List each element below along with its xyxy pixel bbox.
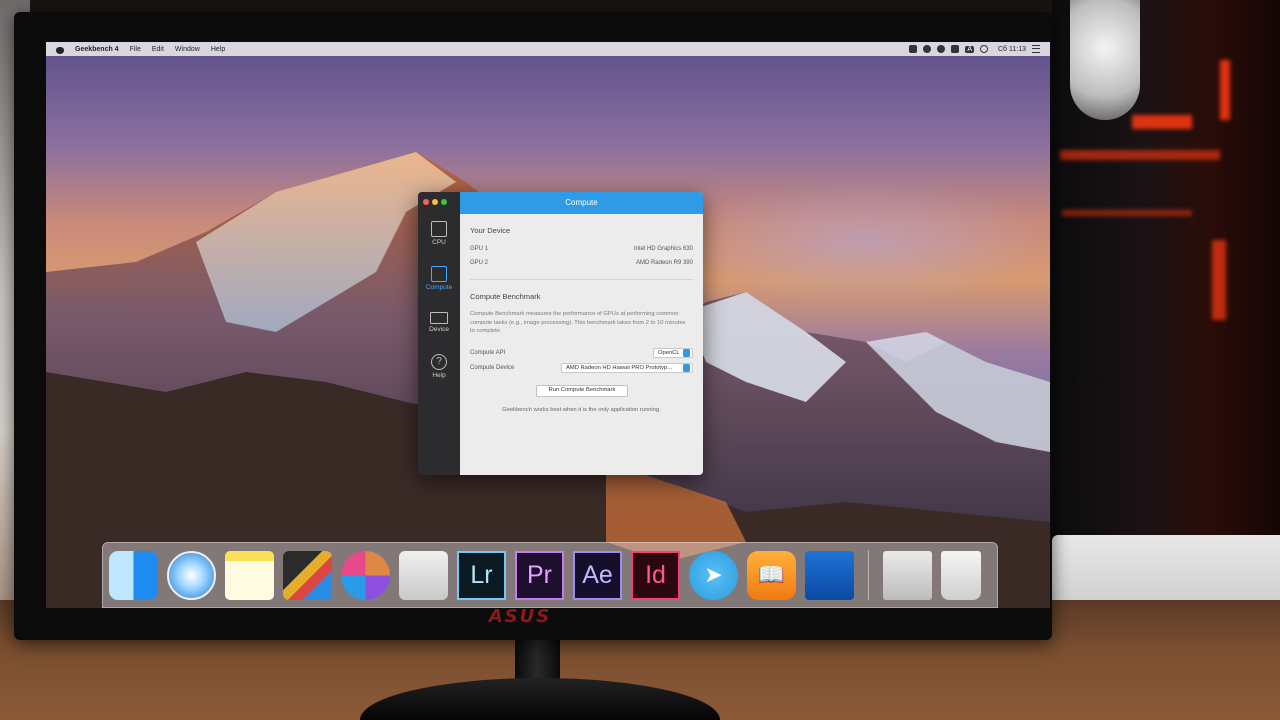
- gpu2-value: AMD Radeon R9 390: [635, 260, 693, 266]
- downloads-stack-icon[interactable]: [883, 550, 932, 600]
- monitor-brand-logo: ASUS: [488, 606, 552, 627]
- menu-bar: Geekbench 4 File Edit Window Help A Сб 1…: [46, 42, 1050, 56]
- your-device-heading: Your Device: [470, 226, 511, 235]
- final-cut-pro-icon[interactable]: [283, 550, 332, 600]
- menu-edit[interactable]: Edit: [152, 46, 164, 53]
- footnote: Geekbench works best when it is the only…: [502, 407, 661, 413]
- divider: [470, 279, 693, 280]
- menu-window[interactable]: Window: [175, 46, 200, 53]
- gpu1-row: GPU 1 Intel HD Graphics 630: [470, 246, 693, 252]
- compressor-icon[interactable]: [399, 550, 448, 600]
- trash-icon[interactable]: [941, 550, 981, 600]
- monitor: Geekbench 4 File Edit Window Help A Сб 1…: [14, 12, 1052, 640]
- sidebar-item-label: Compute: [425, 284, 453, 291]
- compute-icon: [431, 266, 447, 282]
- gpu1-value: Intel HD Graphics 630: [633, 246, 693, 252]
- gpu1-label: GPU 1: [470, 246, 489, 252]
- sidebar-item-cpu[interactable]: CPU: [418, 221, 460, 246]
- pc-panel: [1052, 535, 1280, 605]
- pc-fan: [1070, 0, 1140, 120]
- compute-device-row: Compute Device AMD Radeon HD Hawaii PRO …: [470, 363, 693, 373]
- camera-icon[interactable]: [909, 45, 918, 53]
- sidebar-item-device[interactable]: Device: [418, 312, 460, 333]
- compute-api-select[interactable]: OpenCL: [653, 348, 693, 358]
- zoom-icon[interactable]: [441, 199, 447, 205]
- notifications-icon[interactable]: [1032, 45, 1040, 53]
- compute-api-row: Compute API OpenCL: [470, 348, 693, 358]
- sidebar-item-help[interactable]: ? Help: [418, 354, 460, 379]
- menu-file[interactable]: File: [130, 46, 141, 53]
- sidebar-item-label: CPU: [432, 239, 446, 246]
- run-compute-benchmark-button[interactable]: Run Compute Benchmark: [536, 385, 628, 397]
- keyboard-layout-icon[interactable]: A: [965, 45, 974, 53]
- window-controls: [423, 199, 447, 205]
- gpu2-label: GPU 2: [470, 260, 489, 266]
- geekbench-window: CPU Compute Device ? Help Compute Your D…: [418, 192, 703, 475]
- close-icon[interactable]: [423, 199, 429, 205]
- compute-device-label: Compute Device: [470, 365, 515, 371]
- alert-icon[interactable]: [951, 45, 960, 53]
- status-area: A Сб 11:13: [909, 42, 1050, 56]
- sidebar-item-label: Device: [429, 326, 449, 333]
- premiere-icon[interactable]: Pr: [515, 550, 564, 600]
- telegram-icon[interactable]: ➤: [689, 550, 738, 600]
- compute-api-label: Compute API: [470, 350, 506, 356]
- menu-help[interactable]: Help: [211, 46, 225, 53]
- window-content: Compute Your Device GPU 1 Intel HD Graph…: [460, 192, 703, 475]
- chevron-down-icon: [683, 349, 690, 357]
- compute-device-value: AMD Radeon HD Hawaii PRO Prototyp...: [566, 365, 672, 371]
- indesign-icon[interactable]: Id: [631, 550, 680, 600]
- sync-icon[interactable]: [937, 45, 946, 53]
- menu-app-name[interactable]: Geekbench 4: [75, 46, 119, 53]
- compute-benchmark-heading: Compute Benchmark: [470, 292, 541, 301]
- sidebar-item-label: Help: [432, 372, 446, 379]
- gpu2-row: GPU 2 AMD Radeon R9 390: [470, 260, 693, 266]
- motion-icon[interactable]: [341, 550, 390, 600]
- after-effects-icon[interactable]: Ae: [573, 550, 622, 600]
- keynote-icon[interactable]: [805, 550, 854, 600]
- menubar-clock[interactable]: Сб 11:13: [998, 46, 1026, 53]
- record-icon[interactable]: [923, 45, 932, 53]
- compute-device-select[interactable]: AMD Radeon HD Hawaii PRO Prototyp...: [561, 363, 693, 373]
- device-icon: [430, 312, 448, 324]
- chevron-down-icon: [683, 364, 690, 372]
- window-sidebar: CPU Compute Device ? Help: [418, 192, 460, 475]
- minimize-icon[interactable]: [432, 199, 438, 205]
- lightroom-icon[interactable]: Lr: [457, 550, 506, 600]
- window-title: Compute: [460, 192, 703, 214]
- finder-icon[interactable]: [109, 550, 158, 600]
- cpu-icon: [431, 221, 447, 237]
- benchmark-description: Compute Benchmark measures the performan…: [470, 311, 686, 334]
- desktop: Geekbench 4 File Edit Window Help A Сб 1…: [46, 42, 1050, 608]
- sidebar-item-compute[interactable]: Compute: [418, 266, 460, 291]
- apple-menu-icon[interactable]: [56, 45, 64, 54]
- search-icon[interactable]: [979, 45, 988, 53]
- ibooks-icon[interactable]: 📖: [747, 550, 796, 600]
- safari-icon[interactable]: [167, 550, 216, 600]
- notes-icon[interactable]: [225, 550, 274, 600]
- dock-separator: [868, 550, 869, 600]
- help-icon: ?: [431, 354, 447, 370]
- compute-api-value: OpenCL: [658, 350, 680, 356]
- dock: Lr Pr Ae Id ➤ 📖: [102, 542, 998, 608]
